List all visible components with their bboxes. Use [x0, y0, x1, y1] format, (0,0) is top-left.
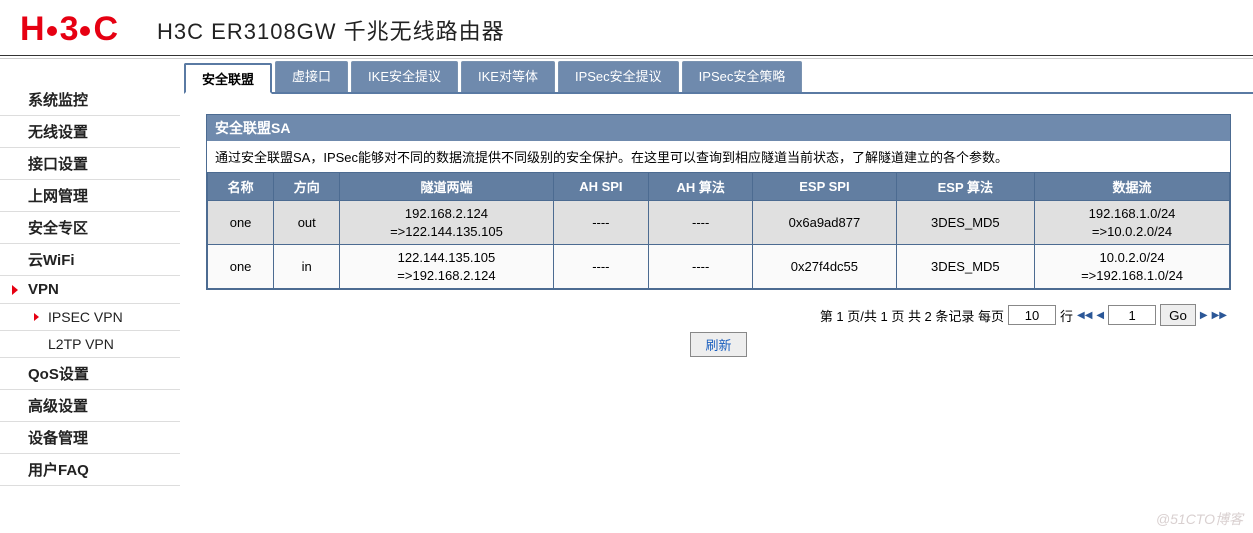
logo: H 3 C	[20, 10, 117, 49]
table-row: oneout192.168.2.124=>122.144.135.105----…	[208, 201, 1230, 245]
logo-dot-icon	[80, 26, 90, 36]
col-AH 算法: AH 算法	[649, 173, 753, 201]
per-page-input[interactable]	[1008, 305, 1056, 325]
logo-dot-icon	[47, 26, 57, 36]
tab-IPSec安全策略[interactable]: IPSec安全策略	[682, 61, 803, 92]
sidebar-item-系统监控[interactable]: 系统监控	[0, 84, 180, 116]
cell-dir: in	[274, 245, 340, 289]
last-page-icon[interactable]: ▶▶	[1212, 310, 1227, 321]
col-方向: 方向	[274, 173, 340, 201]
col-ESP SPI: ESP SPI	[753, 173, 896, 201]
logo-c: C	[93, 10, 117, 49]
cell-dir: out	[274, 201, 340, 245]
sidebar-item-高级设置[interactable]: 高级设置	[0, 390, 180, 422]
tab-安全联盟[interactable]: 安全联盟	[184, 63, 272, 94]
logo-3: 3	[60, 10, 78, 49]
divider	[0, 55, 1253, 56]
sidebar: 系统监控无线设置接口设置上网管理安全专区云WiFiVPNIPSEC VPNL2T…	[0, 59, 180, 486]
content: 安全联盟SA 通过安全联盟SA，IPSec能够对不同的数据流提供不同级别的安全保…	[184, 94, 1253, 367]
cell-tunnel: 192.168.2.124=>122.144.135.105	[340, 201, 553, 245]
sidebar-item-上网管理[interactable]: 上网管理	[0, 180, 180, 212]
panel-sa: 安全联盟SA 通过安全联盟SA，IPSec能够对不同的数据流提供不同级别的安全保…	[206, 114, 1231, 290]
col-数据流: 数据流	[1035, 173, 1230, 201]
cell-flow: 10.0.2.0/24=>192.168.1.0/24	[1035, 245, 1230, 289]
watermark: @51CTO博客	[1156, 509, 1243, 529]
col-名称: 名称	[208, 173, 274, 201]
sidebar-item-设备管理[interactable]: 设备管理	[0, 422, 180, 454]
col-ESP 算法: ESP 算法	[896, 173, 1034, 201]
cell-ahspi: ----	[553, 245, 649, 289]
cell-ahalg: ----	[649, 245, 753, 289]
pager: 第 1 页/共 1 页 共 2 条记录 每页 行 ◀◀ ◀ Go ▶ ▶▶	[206, 304, 1231, 326]
panel-desc: 通过安全联盟SA，IPSec能够对不同的数据流提供不同级别的安全保护。在这里可以…	[207, 141, 1230, 172]
cell-espalg: 3DES_MD5	[896, 201, 1034, 245]
sidebar-item-接口设置[interactable]: 接口设置	[0, 148, 180, 180]
cell-tunnel: 122.144.135.105=>192.168.2.124	[340, 245, 553, 289]
pager-text: 第 1 页/共 1 页 共 2 条记录 每页	[820, 306, 1004, 325]
table-row: onein122.144.135.105=>192.168.2.124-----…	[208, 245, 1230, 289]
cell-espalg: 3DES_MD5	[896, 245, 1034, 289]
sidebar-item-IPSEC VPN[interactable]: IPSEC VPN	[0, 304, 180, 331]
device-name: H3C ER3108GW 千兆无线路由器	[157, 14, 505, 46]
sidebar-item-L2TP VPN[interactable]: L2TP VPN	[0, 331, 180, 358]
sa-table: 名称方向隧道两端AH SPIAH 算法ESP SPIESP 算法数据流 oneo…	[207, 172, 1230, 289]
next-page-icon[interactable]: ▶	[1200, 310, 1208, 321]
tab-IKE安全提议[interactable]: IKE安全提议	[351, 61, 458, 92]
sidebar-list: 系统监控无线设置接口设置上网管理安全专区云WiFiVPNIPSEC VPNL2T…	[0, 84, 180, 486]
sidebar-item-用户FAQ[interactable]: 用户FAQ	[0, 454, 180, 486]
cell-ahalg: ----	[649, 201, 753, 245]
main: 安全联盟虚接口IKE安全提议IKE对等体IPSec安全提议IPSec安全策略 安…	[180, 59, 1253, 486]
col-隧道两端: 隧道两端	[340, 173, 553, 201]
cell-espspi: 0x27f4dc55	[753, 245, 896, 289]
cell-ahspi: ----	[553, 201, 649, 245]
header: H 3 C H3C ER3108GW 千兆无线路由器	[0, 0, 1253, 55]
table-header-row: 名称方向隧道两端AH SPIAH 算法ESP SPIESP 算法数据流	[208, 173, 1230, 201]
cell-flow: 192.168.1.0/24=>10.0.2.0/24	[1035, 201, 1230, 245]
tab-bar: 安全联盟虚接口IKE安全提议IKE对等体IPSec安全提议IPSec安全策略	[184, 61, 1253, 94]
cell-name: one	[208, 245, 274, 289]
sidebar-item-无线设置[interactable]: 无线设置	[0, 116, 180, 148]
col-AH SPI: AH SPI	[553, 173, 649, 201]
refresh-wrap: 刷新	[206, 332, 1231, 357]
refresh-button[interactable]: 刷新	[690, 332, 746, 357]
tab-IPSec安全提议[interactable]: IPSec安全提议	[558, 61, 679, 92]
sidebar-item-安全专区[interactable]: 安全专区	[0, 212, 180, 244]
page-number-input[interactable]	[1108, 305, 1156, 325]
tab-IKE对等体[interactable]: IKE对等体	[461, 61, 555, 92]
cell-espspi: 0x6a9ad877	[753, 201, 896, 245]
rows-label: 行	[1060, 306, 1073, 325]
sidebar-item-QoS设置[interactable]: QoS设置	[0, 358, 180, 390]
cell-name: one	[208, 201, 274, 245]
prev-page-icon[interactable]: ◀	[1096, 310, 1104, 321]
go-button[interactable]: Go	[1160, 304, 1196, 326]
sidebar-item-VPN[interactable]: VPN	[0, 276, 180, 304]
tab-虚接口[interactable]: 虚接口	[275, 61, 348, 92]
panel-title: 安全联盟SA	[207, 115, 1230, 141]
logo-h: H	[20, 10, 44, 49]
first-page-icon[interactable]: ◀◀	[1077, 310, 1092, 321]
sidebar-item-云WiFi[interactable]: 云WiFi	[0, 244, 180, 276]
logo-text: H 3 C	[20, 10, 117, 49]
